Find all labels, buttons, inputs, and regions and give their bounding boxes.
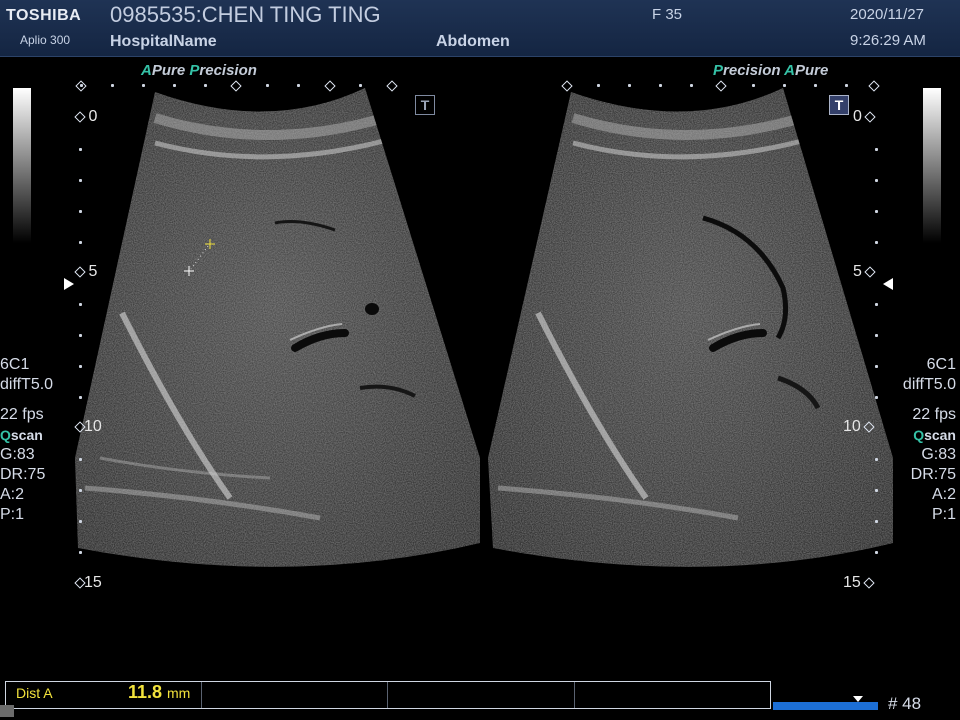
measurement-cell[interactable]: Dist A 11.8 mm (6, 682, 202, 708)
tagline-right: Precision APure (713, 62, 829, 79)
hospital-name: HospitalName (110, 33, 217, 50)
depth-label-left-0: 0 (74, 108, 97, 126)
brand-logo: TOSHIBA (6, 7, 82, 24)
grayscale-bar-right (923, 88, 941, 243)
orientation-marker-right-icon[interactable]: T (829, 95, 849, 115)
corner-indicator (0, 705, 14, 717)
grayscale-bar-left (13, 88, 31, 243)
measurement-cell-empty[interactable] (201, 682, 388, 708)
header-bar: TOSHIBA Aplio 300 0985535:CHEN TING TING… (0, 0, 960, 57)
measurement-unit: mm (167, 685, 191, 701)
tagline-left: APure Precision (141, 62, 257, 79)
patient-id-name: 0985535:CHEN TING TING (110, 2, 381, 27)
depth-label-right-15: 15 (843, 574, 875, 592)
ultrasound-image-right[interactable] (478, 78, 898, 588)
orientation-marker-left-icon[interactable]: T (415, 95, 435, 115)
focus-marker-right-icon[interactable] (883, 278, 893, 290)
depth-label-left-10: 10 (74, 418, 102, 436)
scanner-model: Aplio 300 (20, 33, 71, 47)
ultrasound-image-left[interactable] (60, 78, 490, 588)
measurement-panel[interactable]: Dist A 11.8 mm (5, 681, 771, 709)
frame-number: # 48 (888, 694, 922, 713)
exam-date: 2020/11/27 (850, 6, 924, 23)
depth-label-right-0: 0 (853, 108, 877, 126)
cine-progress-bar[interactable] (773, 702, 878, 710)
scan-params-left: 6C1 diffT5.0 22 fps Qscan G:83 DR:75 A:2… (0, 356, 54, 523)
measurement-value: 11.8 (128, 682, 163, 702)
frequency-readout: F 35 (652, 6, 683, 23)
depth-label-right-10: 10 (843, 418, 875, 436)
cine-position-marker[interactable] (853, 696, 863, 702)
measurement-cell-empty[interactable] (574, 682, 770, 708)
depth-label-left-15: 15 (74, 574, 102, 592)
depth-label-left-5: 5 (74, 263, 97, 281)
measurement-cell-empty[interactable] (387, 682, 575, 708)
exam-type: Abdomen (436, 33, 510, 50)
scan-params-right: 6C1 diffT5.0 22 fps Qscan G:83 DR:75 A:2… (902, 356, 956, 523)
exam-time: 9:26:29 AM (850, 32, 926, 49)
focus-marker-left-icon[interactable] (64, 278, 74, 290)
measurement-name: Dist A (16, 685, 53, 701)
depth-label-right-5: 5 (853, 263, 877, 281)
